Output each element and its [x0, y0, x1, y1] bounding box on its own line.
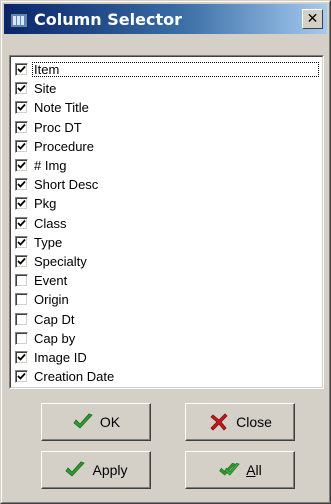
- column-option[interactable]: Class: [10, 214, 323, 233]
- column-checkbox[interactable]: [15, 197, 28, 211]
- column-checkbox[interactable]: [15, 139, 28, 153]
- checkmark-icon: [17, 123, 26, 131]
- column-checkbox[interactable]: [15, 178, 28, 192]
- column-label: Pkg: [34, 196, 57, 212]
- checkmark-icon: [17, 104, 26, 112]
- column-label: Specialty: [34, 253, 87, 269]
- double-check-icon: [218, 460, 240, 480]
- ok-button[interactable]: OK: [41, 403, 151, 441]
- column-option[interactable]: Specialty: [10, 252, 323, 271]
- column-option[interactable]: Site: [10, 79, 323, 98]
- column-label: Note Title: [34, 100, 89, 116]
- column-option[interactable]: Proc DT: [10, 118, 323, 137]
- column-checkbox[interactable]: [15, 159, 28, 173]
- apply-button[interactable]: Apply: [41, 451, 151, 489]
- title-close-button[interactable]: ✕: [302, 9, 323, 29]
- column-label: Site: [34, 81, 57, 97]
- column-checkbox[interactable]: [15, 101, 28, 115]
- column-label: Cap Dt: [34, 311, 75, 327]
- checkmark-icon: [17, 200, 26, 208]
- checkmark-icon: [17, 85, 26, 93]
- checkmark-icon: [17, 65, 26, 73]
- column-checkbox[interactable]: [15, 370, 28, 384]
- column-checkbox[interactable]: [15, 312, 28, 326]
- column-checkbox[interactable]: [15, 235, 28, 249]
- apply-button-label: Apply: [92, 462, 128, 478]
- column-checklist[interactable]: Item Site Note Title Proc DT Procedure # Img S…: [9, 55, 324, 389]
- checkmark-icon: [17, 372, 26, 380]
- checkmark-icon: [17, 161, 26, 169]
- all-button-label: All: [246, 462, 262, 478]
- column-label: Class: [34, 215, 67, 231]
- column-option[interactable]: Image ID: [10, 348, 323, 367]
- column-label: Item: [32, 62, 319, 78]
- column-checkbox[interactable]: [15, 331, 28, 345]
- green-check-icon: [72, 412, 94, 432]
- column-selector-dialog: Column Selector ✕ Item Site Note Title Proc…: [0, 0, 331, 504]
- red-x-icon: [208, 412, 230, 432]
- column-label: Proc DT: [34, 119, 82, 135]
- checkmark-icon: [17, 257, 26, 265]
- checkmark-icon: [17, 181, 26, 189]
- column-option[interactable]: Short Desc: [10, 175, 323, 194]
- checkmark-icon: [17, 353, 26, 361]
- column-label: Cap by: [34, 330, 76, 346]
- column-checkbox[interactable]: [15, 274, 28, 288]
- column-label: Type: [34, 234, 63, 250]
- column-option[interactable]: Origin: [10, 290, 323, 309]
- column-checkbox[interactable]: [15, 350, 28, 364]
- close-button[interactable]: Close: [185, 403, 295, 441]
- column-checkbox[interactable]: [15, 254, 28, 268]
- column-option[interactable]: Note Title: [10, 98, 323, 117]
- all-button[interactable]: All: [185, 451, 295, 489]
- column-label: Short Desc: [34, 177, 99, 193]
- green-check-icon: [64, 460, 86, 480]
- column-label: Origin: [34, 292, 69, 308]
- column-option[interactable]: Cap Dt: [10, 309, 323, 328]
- column-option[interactable]: # Img: [10, 156, 323, 175]
- column-label: Procedure: [34, 138, 94, 154]
- checkmark-icon: [17, 219, 26, 227]
- checkmark-icon: [17, 142, 26, 150]
- close-icon: ✕: [306, 11, 319, 27]
- column-checkbox[interactable]: [15, 82, 28, 96]
- column-checkbox[interactable]: [15, 293, 28, 307]
- column-option[interactable]: Pkg: [10, 194, 323, 213]
- column-option[interactable]: Type: [10, 233, 323, 252]
- ok-button-label: OK: [99, 414, 121, 430]
- column-checkbox[interactable]: [15, 120, 28, 134]
- column-option[interactable]: Creation Date: [10, 367, 323, 386]
- close-button-label: Close: [236, 414, 272, 430]
- title-bar[interactable]: Column Selector ✕: [4, 4, 327, 34]
- app-icon: [9, 11, 28, 28]
- column-label: Image ID: [34, 349, 87, 365]
- column-option[interactable]: Item: [10, 60, 323, 79]
- column-label: Creation Date: [34, 369, 115, 385]
- column-option[interactable]: Cap by: [10, 329, 323, 348]
- column-option[interactable]: Event: [10, 271, 323, 290]
- column-checkbox[interactable]: [15, 216, 28, 230]
- checkmark-icon: [17, 238, 26, 246]
- column-checkbox[interactable]: [15, 63, 28, 77]
- window-title: Column Selector: [34, 9, 182, 29]
- column-option[interactable]: Procedure: [10, 137, 323, 156]
- column-label: # Img: [34, 158, 67, 174]
- column-label: Event: [34, 273, 68, 289]
